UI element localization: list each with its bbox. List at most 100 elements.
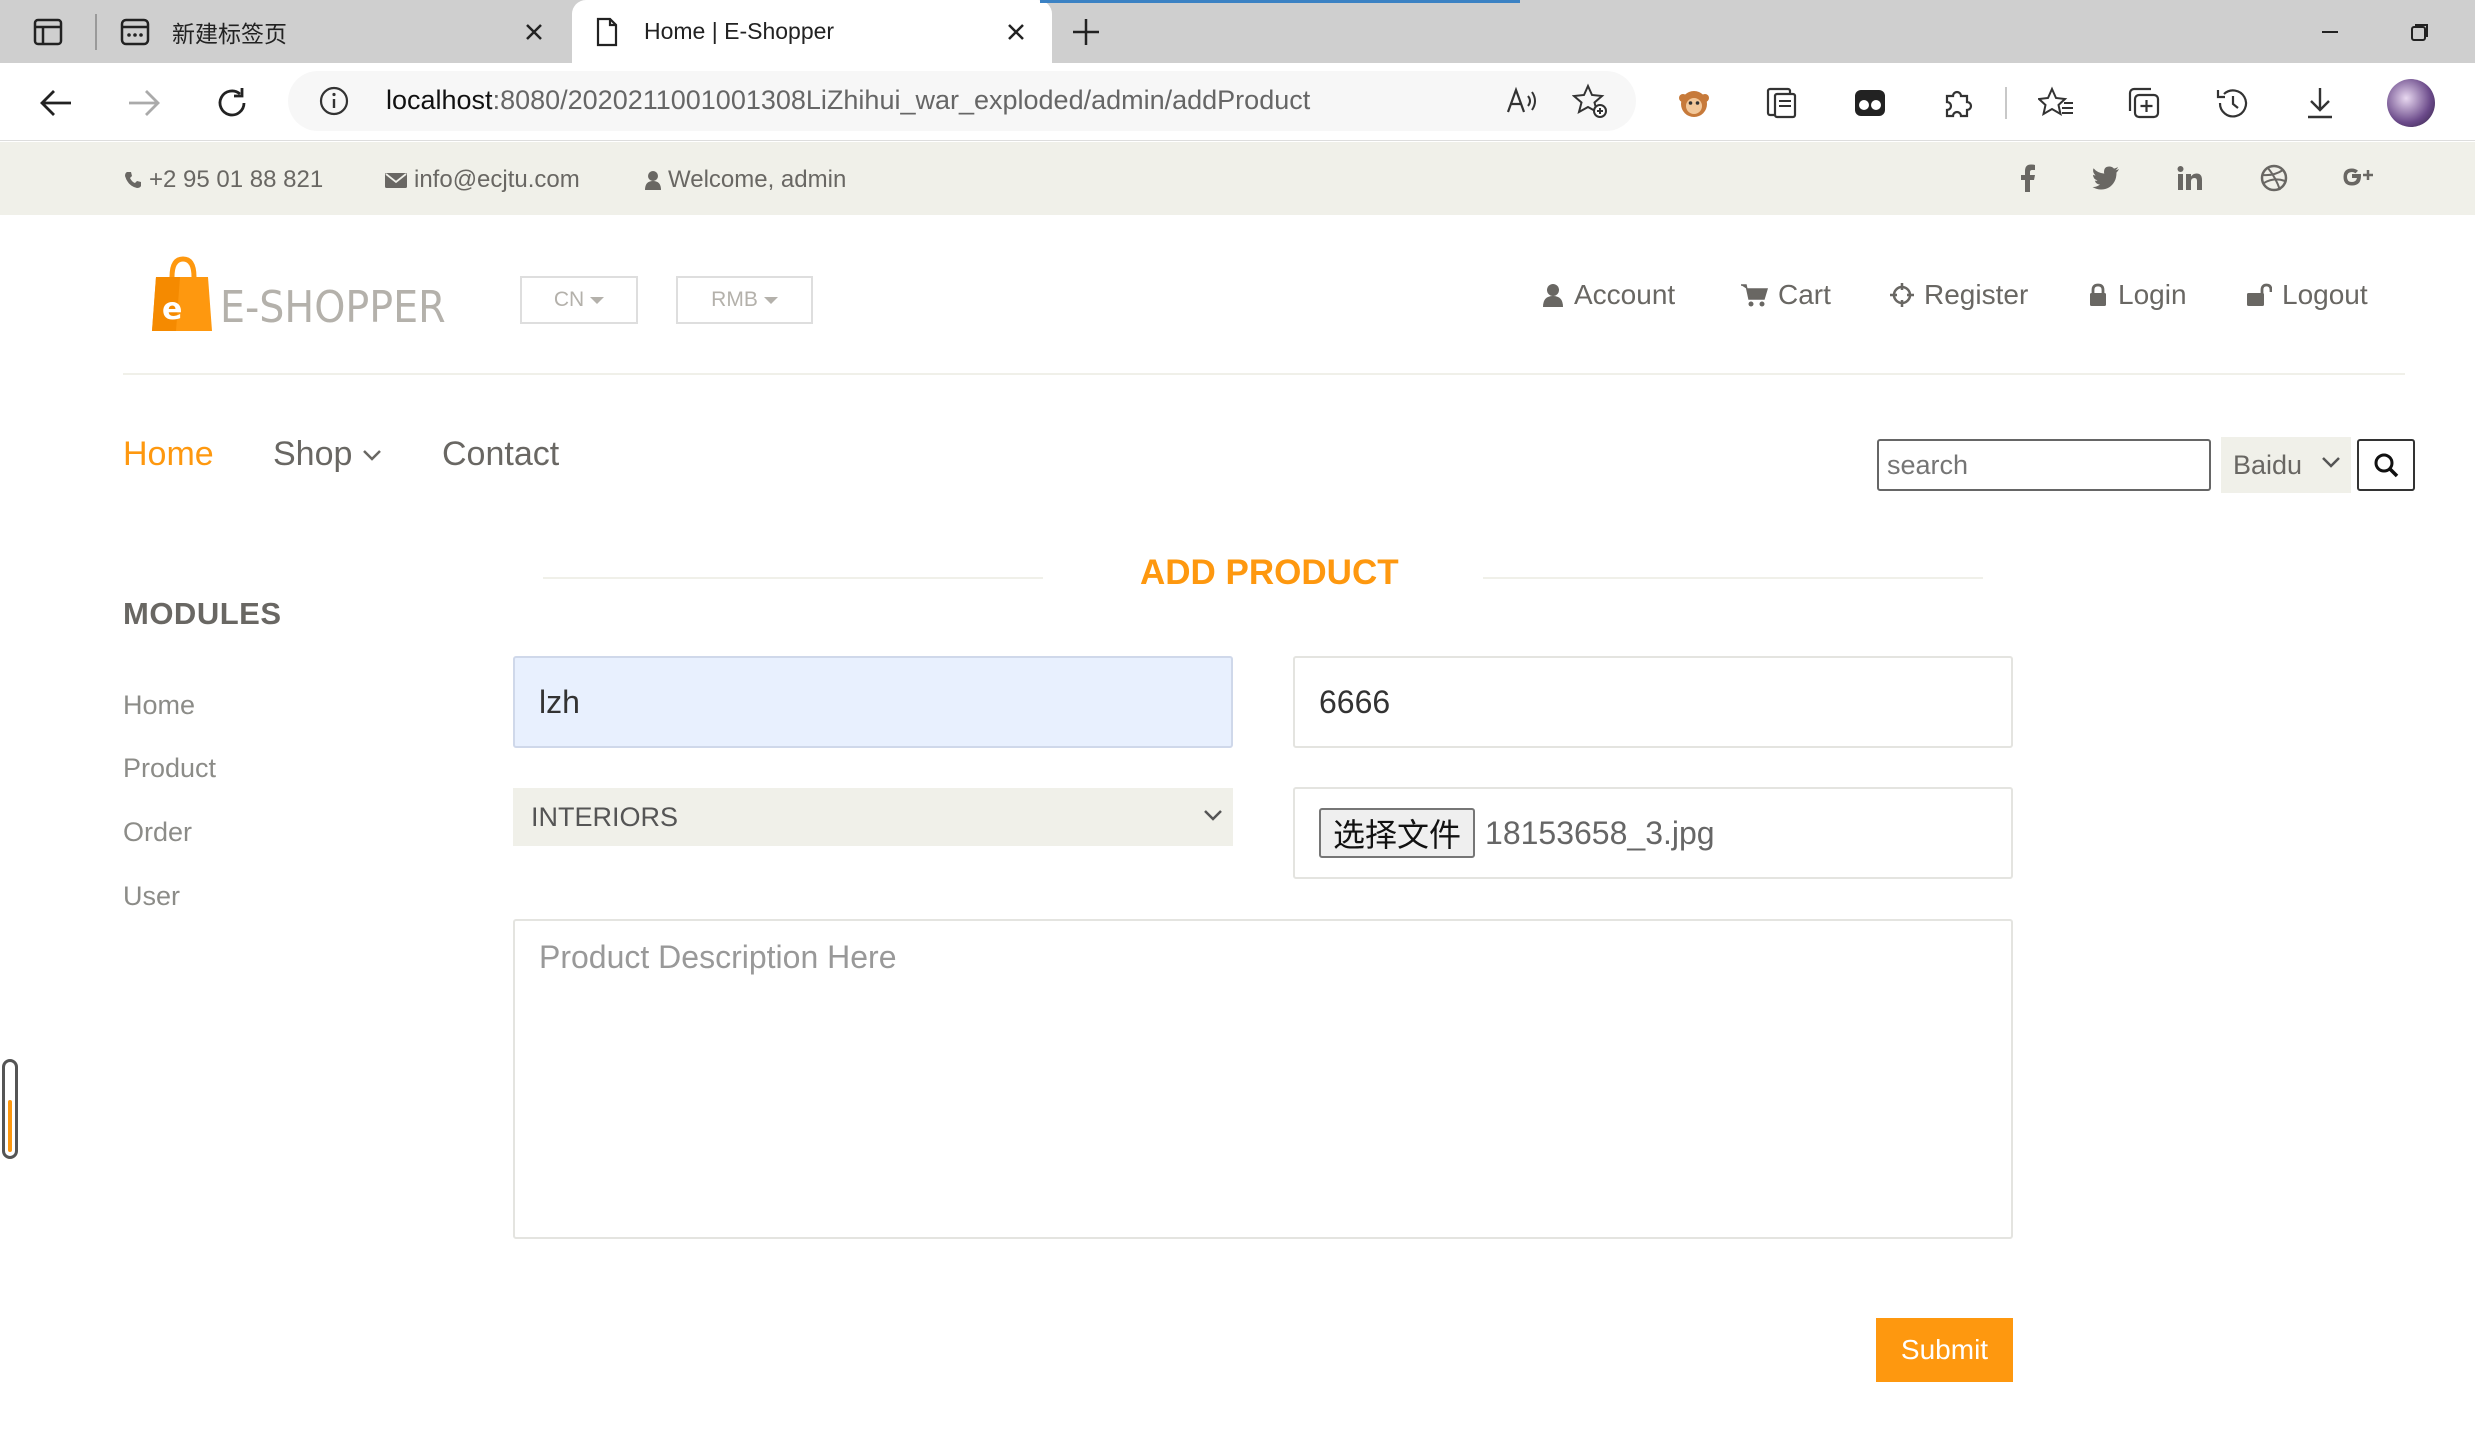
address-bar[interactable]: localhost:8080/202021100100​1308LiZhihui… [288,71,1636,131]
refresh-icon[interactable] [210,81,254,125]
lock-icon [2090,283,2106,306]
nav-home[interactable]: Home [123,435,214,474]
minimize-icon[interactable] [2310,12,2350,52]
url-text[interactable]: localhost:8080/202021100100​1308LiZhihui… [386,85,1310,116]
chevron-down-icon [2322,457,2340,468]
image-file-input[interactable]: 选择文件 18153658_3.jpg [1293,787,2013,879]
forward-arrow-icon[interactable] [122,81,166,125]
close-icon[interactable] [996,12,1036,52]
product-description-textarea[interactable]: Product Description Here [513,919,2013,1239]
chosen-file-name: 18153658_3.jpg [1485,814,1715,851]
tab-actions-icon[interactable] [28,14,68,50]
new-tab-plus-icon[interactable] [1066,12,1106,52]
sidebar-item-product[interactable]: Product [123,753,216,784]
extensions-puzzle-icon[interactable] [1938,83,1978,123]
tab-loading-bar [1040,0,1520,3]
extension-glasses-icon[interactable] [1850,83,1890,123]
site-logo[interactable]: e E-SHOPPER [150,255,446,335]
back-arrow-icon[interactable] [34,81,78,125]
close-icon[interactable] [514,12,554,52]
currency-dropdown[interactable]: RMB [676,276,813,324]
twitter-icon[interactable] [2090,162,2122,194]
info-icon[interactable] [318,85,350,117]
sidebar-title: MODULES [123,596,282,631]
product-price-input[interactable]: 6666 [1293,656,2013,748]
unlock-icon [2247,283,2272,306]
downloads-icon[interactable] [2300,83,2340,123]
url-path: :8080/202021100100​1308LiZhihui_war_expl… [492,85,1311,115]
cart-icon [1741,284,1768,307]
url-host: localhost [386,85,493,115]
shopping-bag-logo-icon: e [152,256,212,331]
browser-toolbar: localhost:8080/202021100100​1308LiZhihui… [0,63,2475,141]
search-icon [2374,453,2399,478]
nav-shop[interactable]: Shop [273,435,382,474]
login-link[interactable]: Login [2088,279,2187,311]
dribbble-icon[interactable] [2258,162,2290,194]
currency-label: RMB [711,288,758,311]
user-icon [1543,284,1563,307]
account-link[interactable]: Account [1542,279,1675,311]
add-favorite-icon[interactable] [1572,83,1608,119]
read-aloud-icon[interactable] [1504,83,1540,119]
collections-icon[interactable] [2124,83,2164,123]
facebook-icon[interactable] [2012,162,2044,194]
envelope-icon [385,173,407,188]
tab-e-shopper[interactable]: Home | E-Shopper [572,0,1052,63]
tab-new-tab[interactable]: 新建标签页 [100,0,570,63]
nav-home-label: Home [123,435,214,473]
contact-topbar: +2 95 01 88 821 info@ecjtu.com Welcome, … [0,142,2475,215]
new-tab-page-icon [118,15,152,49]
favorites-icon[interactable] [2036,83,2076,123]
contact-phone: +2 95 01 88 821 [123,166,323,194]
linkedin-icon[interactable] [2174,162,2206,194]
register-link[interactable]: Register [1890,279,2028,311]
search-input[interactable] [1877,439,2211,491]
extension-monkey-icon[interactable] [1674,83,1714,123]
search-engine-label: Baidu [2233,449,2303,480]
contact-email: info@ecjtu.com [384,166,580,194]
tab-title: Home | E-Shopper [644,18,835,44]
choose-file-button[interactable]: 选择文件 [1319,808,1476,858]
category-select[interactable]: INTERIORS [513,788,1233,846]
nav-contact[interactable]: Contact [442,435,559,474]
user-icon [645,171,661,190]
scroll-handle[interactable] [2,1059,18,1159]
product-name-input[interactable]: lzh [513,656,1233,748]
cart-label: Cart [1778,279,1831,310]
logout-link[interactable]: Logout [2246,279,2368,311]
crosshairs-icon [1890,283,1914,307]
nav-shop-label: Shop [273,435,353,473]
title-line-right [1483,577,1983,579]
phone-icon [125,172,141,188]
tab-title: 新建标签页 [172,20,287,47]
restore-icon[interactable] [2400,12,2440,52]
sidebar-item-order[interactable]: Order [123,817,192,848]
browser-tab-strip: 新建标签页 Home | E-Shopper [0,0,2475,63]
language-label: CN [553,288,585,311]
search-engine-select[interactable]: Baidu [2221,437,2351,493]
language-dropdown[interactable]: CN [520,276,638,324]
collections-reader-icon[interactable] [1762,83,1802,123]
profile-avatar[interactable] [2387,79,2435,127]
document-icon [590,15,624,49]
submit-button[interactable]: Submit [1876,1318,2013,1382]
category-value: INTERIORS [531,801,679,832]
nav-contact-label: Contact [442,435,560,473]
sidebar-item-user[interactable]: User [123,881,180,912]
history-icon[interactable] [2212,83,2252,123]
logo-text: E-SHOPPER [220,282,446,333]
chevron-down-icon [1204,810,1222,821]
chevron-down-icon [363,449,382,461]
sidebar-item-home[interactable]: Home [123,690,195,721]
cart-link[interactable]: Cart [1740,279,1831,311]
phone-text: +2 95 01 88 821 [149,166,324,193]
email-text: info@ecjtu.com [414,166,580,193]
google-plus-icon[interactable] [2342,162,2374,194]
scroll-handle-fill [8,1100,12,1152]
description-placeholder: Product Description Here [539,939,897,975]
search-button[interactable] [2357,439,2415,491]
logout-label: Logout [2282,279,2368,310]
product-price-value: 6666 [1319,683,1391,720]
account-label: Account [1574,279,1676,310]
